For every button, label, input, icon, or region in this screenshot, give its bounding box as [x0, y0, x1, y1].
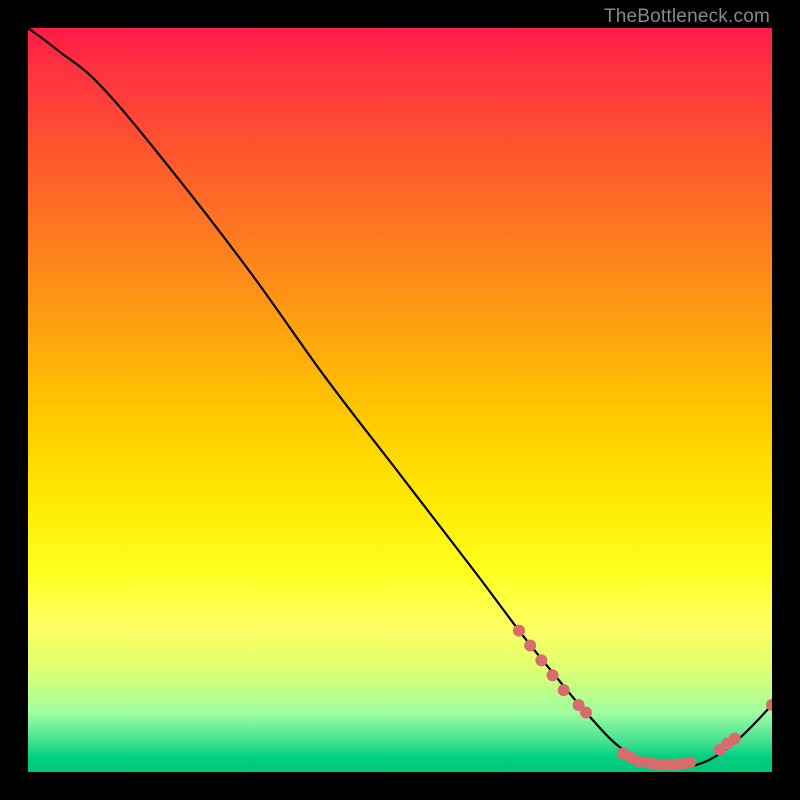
watermark-text: TheBottleneck.com	[604, 6, 770, 28]
chart-data-point	[684, 756, 696, 768]
chart-data-point	[547, 669, 559, 681]
chart-data-points	[513, 625, 772, 771]
chart-data-point	[558, 684, 570, 696]
chart-curve	[28, 28, 772, 767]
chart-data-point	[729, 733, 741, 745]
chart-data-point	[535, 654, 547, 666]
chart-svg	[28, 28, 772, 772]
chart-data-point	[524, 640, 536, 652]
chart-plot-area	[28, 28, 772, 772]
chart-data-point	[513, 625, 525, 637]
chart-data-point	[580, 706, 592, 718]
